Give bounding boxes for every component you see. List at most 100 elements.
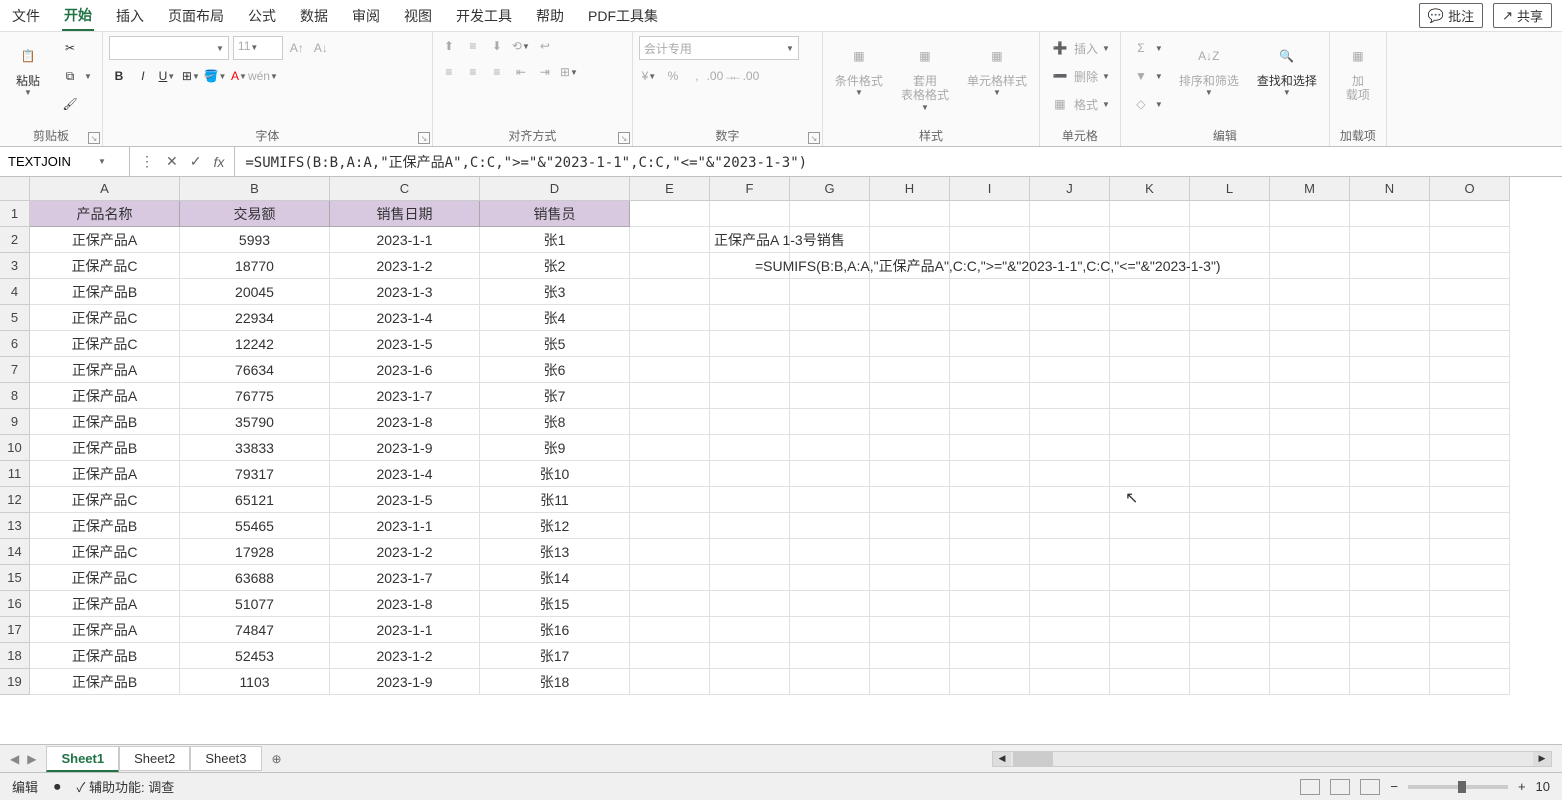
cell-I1[interactable] — [950, 201, 1030, 227]
cell-F5[interactable] — [710, 305, 790, 331]
cell-H5[interactable] — [870, 305, 950, 331]
cell-F6[interactable] — [710, 331, 790, 357]
cell-F2[interactable]: 正保产品A 1-3号销售 — [710, 227, 790, 253]
merge-cells-icon[interactable]: ⊞▼ — [559, 62, 579, 82]
cell-O5[interactable] — [1430, 305, 1510, 331]
cell-L13[interactable] — [1190, 513, 1270, 539]
cell-A19[interactable]: 正保产品B — [30, 669, 180, 695]
cell-F18[interactable] — [710, 643, 790, 669]
cell-N15[interactable] — [1350, 565, 1430, 591]
cell-H18[interactable] — [870, 643, 950, 669]
cell-J16[interactable] — [1030, 591, 1110, 617]
share-button[interactable]: ↗共享 — [1493, 3, 1552, 28]
italic-button[interactable]: I — [133, 66, 153, 86]
cell-B2[interactable]: 5993 — [180, 227, 330, 253]
cell-L18[interactable] — [1190, 643, 1270, 669]
cell-C3[interactable]: 2023-1-2 — [330, 253, 480, 279]
cell-K13[interactable] — [1110, 513, 1190, 539]
cell-C14[interactable]: 2023-1-2 — [330, 539, 480, 565]
cell-O4[interactable] — [1430, 279, 1510, 305]
cell-G11[interactable] — [790, 461, 870, 487]
cell-D5[interactable]: 张4 — [480, 305, 630, 331]
bold-button[interactable]: B — [109, 66, 129, 86]
menu-pdf-tools[interactable]: PDF工具集 — [586, 2, 660, 30]
cell-J6[interactable] — [1030, 331, 1110, 357]
cell-A2[interactable]: 正保产品A — [30, 227, 180, 253]
col-header-C[interactable]: C — [330, 177, 480, 201]
menu-formulas[interactable]: 公式 — [246, 2, 278, 30]
cell-E5[interactable] — [630, 305, 710, 331]
cell-A17[interactable]: 正保产品A — [30, 617, 180, 643]
dialog-launcher-icon[interactable]: ↘ — [808, 132, 820, 144]
font-size-select[interactable]: 11▼ — [233, 36, 283, 60]
sheet-tab-2[interactable]: Sheet2 — [119, 746, 190, 771]
cell-H12[interactable] — [870, 487, 950, 513]
cell-F13[interactable] — [710, 513, 790, 539]
cell-E10[interactable] — [630, 435, 710, 461]
cell-D9[interactable]: 张8 — [480, 409, 630, 435]
cell-D19[interactable]: 张18 — [480, 669, 630, 695]
cell-B7[interactable]: 76634 — [180, 357, 330, 383]
cell-D18[interactable]: 张17 — [480, 643, 630, 669]
cell-D8[interactable]: 张7 — [480, 383, 630, 409]
col-header-O[interactable]: O — [1430, 177, 1510, 201]
cell-N3[interactable] — [1350, 253, 1430, 279]
menu-home[interactable]: 开始 — [62, 1, 94, 31]
cell-N11[interactable] — [1350, 461, 1430, 487]
row-header-11[interactable]: 11 — [0, 461, 30, 487]
align-bottom-icon[interactable]: ⬇ — [487, 36, 507, 56]
col-header-F[interactable]: F — [710, 177, 790, 201]
row-header-15[interactable]: 15 — [0, 565, 30, 591]
name-box[interactable]: ▼ — [0, 147, 130, 176]
cell-F8[interactable] — [710, 383, 790, 409]
cell-D2[interactable]: 张1 — [480, 227, 630, 253]
cell-A7[interactable]: 正保产品A — [30, 357, 180, 383]
cell-K2[interactable] — [1110, 227, 1190, 253]
cell-O8[interactable] — [1430, 383, 1510, 409]
cell-E19[interactable] — [630, 669, 710, 695]
cell-D7[interactable]: 张6 — [480, 357, 630, 383]
dialog-launcher-icon[interactable]: ↘ — [418, 132, 430, 144]
cell-N6[interactable] — [1350, 331, 1430, 357]
fx-button[interactable]: fx — [213, 154, 224, 170]
expand-icon[interactable]: ⋮ — [140, 153, 154, 170]
cell-A3[interactable]: 正保产品C — [30, 253, 180, 279]
cell-D3[interactable]: 张2 — [480, 253, 630, 279]
cut-button[interactable]: ✂ — [56, 36, 96, 60]
cell-N8[interactable] — [1350, 383, 1430, 409]
cell-K14[interactable] — [1110, 539, 1190, 565]
row-header-7[interactable]: 7 — [0, 357, 30, 383]
cell-B6[interactable]: 12242 — [180, 331, 330, 357]
increase-decimal-icon[interactable]: .00→ — [711, 66, 731, 86]
cell-B9[interactable]: 35790 — [180, 409, 330, 435]
cell-O11[interactable] — [1430, 461, 1510, 487]
next-sheet-icon[interactable]: ▶ — [27, 752, 36, 766]
insert-cells-button[interactable]: ➕插入▼ — [1046, 36, 1114, 60]
cell-N7[interactable] — [1350, 357, 1430, 383]
cell-J5[interactable] — [1030, 305, 1110, 331]
align-right-icon[interactable]: ≡ — [487, 62, 507, 82]
page-layout-view-icon[interactable] — [1330, 779, 1350, 795]
horizontal-scrollbar[interactable]: ◀ ▶ — [992, 751, 1552, 767]
row-header-13[interactable]: 13 — [0, 513, 30, 539]
cell-J14[interactable] — [1030, 539, 1110, 565]
cell-N9[interactable] — [1350, 409, 1430, 435]
menu-developer[interactable]: 开发工具 — [454, 2, 514, 30]
cell-H6[interactable] — [870, 331, 950, 357]
row-header-2[interactable]: 2 — [0, 227, 30, 253]
cell-G13[interactable] — [790, 513, 870, 539]
cell-E15[interactable] — [630, 565, 710, 591]
cell-A13[interactable]: 正保产品B — [30, 513, 180, 539]
row-header-19[interactable]: 19 — [0, 669, 30, 695]
cell-I15[interactable] — [950, 565, 1030, 591]
cell-L2[interactable] — [1190, 227, 1270, 253]
cell-B15[interactable]: 63688 — [180, 565, 330, 591]
cell-F19[interactable] — [710, 669, 790, 695]
zoom-slider[interactable] — [1408, 785, 1508, 789]
chevron-down-icon[interactable]: ▼ — [98, 157, 106, 166]
cell-E8[interactable] — [630, 383, 710, 409]
cell-D17[interactable]: 张16 — [480, 617, 630, 643]
addins-button[interactable]: ▦ 加 载项 — [1336, 36, 1380, 107]
cell-A16[interactable]: 正保产品A — [30, 591, 180, 617]
formula-input[interactable]: =SUMIFS(B:B,A:A,"正保产品A",C:C,">="&"2023-1… — [235, 152, 1562, 172]
